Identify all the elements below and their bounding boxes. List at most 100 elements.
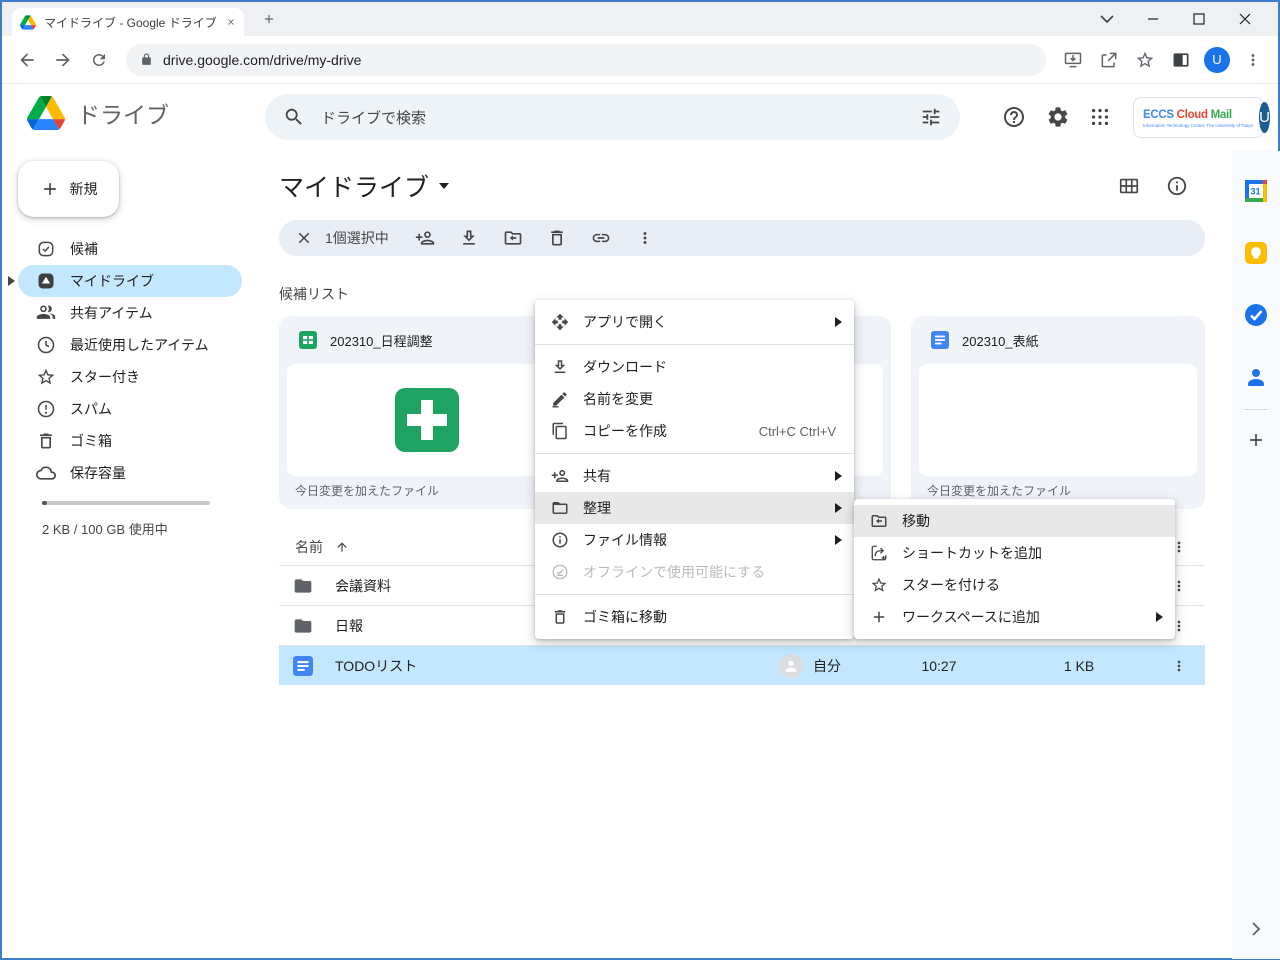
lock-icon[interactable] [140,53,153,66]
table-row-selected[interactable]: TODOリスト 自分 10:27 1 KB [279,645,1205,685]
collapse-panel-chevron-icon[interactable] [1240,913,1272,945]
sidebar-item-starred[interactable]: スター付き [18,361,242,393]
sidebar-item-storage[interactable]: 保存容量 [18,457,242,489]
menu-item-file-info[interactable]: ファイル情報 [535,524,854,556]
submenu-item-add-to-workspace[interactable]: ワークスペースに追加 [854,601,1175,633]
install-icon[interactable] [1056,43,1090,77]
copy-link-icon[interactable] [579,220,623,256]
window-close-button[interactable] [1222,2,1268,36]
submenu-arrow-icon [1156,612,1163,622]
storage-progress-bar [42,501,210,505]
trash-icon[interactable] [535,220,579,256]
menu-item-download[interactable]: ダウンロード [535,351,854,383]
sidebar-item-recent[interactable]: 最近使用したアイテム [18,329,242,361]
account-avatar[interactable]: U [1259,102,1270,133]
context-menu: アプリで開く ダウンロード 名前を変更 コピーを作成 Ctrl+C Ctrl+V… [535,300,854,639]
tasks-icon[interactable] [1240,299,1272,331]
folder-icon [293,576,313,596]
plus-icon [868,608,890,626]
bookmark-star-icon[interactable] [1128,43,1162,77]
star-icon [36,367,56,387]
suggestion-card[interactable]: 202310_表紙 今日変更を加えたファイル [911,316,1205,509]
people-icon [36,303,56,323]
download-icon[interactable] [447,220,491,256]
more-actions-kebab-icon[interactable] [623,220,667,256]
expand-caret-icon[interactable] [8,276,15,286]
submenu-item-add-star[interactable]: スターを付ける [854,569,1175,601]
share-person-add-icon[interactable] [403,220,447,256]
back-icon[interactable] [10,43,44,77]
storage-progress-fill [42,501,47,505]
organize-submenu: 移動 ショートカットを追加 スターを付ける ワークスペースに追加 [854,499,1175,639]
search-options-icon[interactable] [920,106,942,128]
window-maximize-button[interactable] [1176,2,1222,36]
search-placeholder: ドライブで検索 [321,107,904,128]
sidebar-item-spam[interactable]: スパム [18,393,242,425]
submenu-item-add-shortcut[interactable]: ショートカットを追加 [854,537,1175,569]
browser-toolbar: drive.google.com/drive/my-drive U [2,36,1278,84]
last-modified: 10:27 [914,658,964,674]
search-icon[interactable] [283,106,305,128]
page-title[interactable]: マイドライブ [279,168,449,204]
search-input[interactable]: ドライブで検索 [265,94,960,140]
menu-item-organize[interactable]: 整理 [535,492,854,524]
menu-divider [535,453,854,454]
card-file-name: 202310_日程調整 [330,331,433,350]
account-badge[interactable]: ECCS Cloud Mail Information Technology C… [1133,97,1264,138]
google-apps-grid-icon[interactable] [1087,104,1113,130]
approval-check-icon [36,239,56,259]
browser-titlebar: マイドライブ - Google ドライブ [2,2,1278,36]
move-folder-icon[interactable] [491,220,535,256]
card-reason-text: 今日変更を加えたファイル [295,482,439,499]
owner-name: 自分 [813,656,841,676]
trash-icon [36,431,56,451]
share-icon[interactable] [1092,43,1126,77]
sidebar-item-shared[interactable]: 共有アイテム [18,297,242,329]
forward-icon[interactable] [46,43,80,77]
browser-menu-kebab-icon[interactable] [1236,43,1270,77]
window-minimize-button[interactable] [1130,2,1176,36]
new-button[interactable]: 新規 [18,161,119,217]
add-shortcut-icon [868,544,890,562]
reload-icon[interactable] [82,43,116,77]
new-tab-button[interactable] [262,12,276,26]
browser-profile-avatar[interactable]: U [1204,47,1230,73]
help-icon[interactable] [1001,104,1027,130]
app-name: ドライブ [77,96,169,130]
keep-icon[interactable] [1240,237,1272,269]
menu-item-open-with[interactable]: アプリで開く [535,306,854,338]
tab-close-icon[interactable] [226,17,236,27]
settings-gear-icon[interactable] [1045,104,1071,130]
menu-item-share[interactable]: 共有 [535,460,854,492]
sheets-logo-tile [395,388,459,452]
add-addon-plus-icon[interactable] [1240,424,1272,456]
copy-icon [549,422,571,440]
contacts-icon[interactable] [1240,361,1272,393]
sort-ascending-icon[interactable] [335,540,349,554]
grid-view-toggle-icon[interactable] [1117,174,1141,198]
details-info-icon[interactable] [1165,174,1189,198]
row-kebab-icon[interactable] [1169,658,1189,674]
calendar-icon[interactable]: 31 [1240,175,1272,207]
tab-search-chevron-icon[interactable] [1084,2,1130,36]
url-bar[interactable]: drive.google.com/drive/my-drive [126,44,1046,76]
submenu-arrow-icon [835,535,842,545]
badge-subtitle: Information Technology Center, The Unive… [1143,124,1253,129]
side-panel-rail: 31 [1232,151,1280,959]
suggestion-card[interactable]: 202310_日程調整 今日変更を加えたファイル [279,316,575,509]
name-column-header[interactable]: 名前 [295,537,323,557]
clear-selection-icon[interactable] [295,229,313,247]
sidebar-item-suggested[interactable]: 候補 [18,233,242,265]
drive-logo[interactable]: ドライブ [27,96,169,130]
download-icon [549,358,571,376]
side-panel-icon[interactable] [1164,43,1198,77]
menu-item-make-copy[interactable]: コピーを作成 Ctrl+C Ctrl+V [535,415,854,447]
menu-item-move-to-trash[interactable]: ゴミ箱に移動 [535,601,854,633]
browser-tab[interactable]: マイドライブ - Google ドライブ [12,8,244,36]
url-text: drive.google.com/drive/my-drive [163,52,361,68]
sidebar-item-trash[interactable]: ゴミ箱 [18,425,242,457]
menu-item-rename[interactable]: 名前を変更 [535,383,854,415]
submenu-item-move[interactable]: 移動 [854,505,1175,537]
sidebar-item-my-drive[interactable]: マイドライブ [18,265,242,297]
drive-app: ドライブ ドライブで検索 ECCS Cloud Mail Information… [2,85,1278,958]
